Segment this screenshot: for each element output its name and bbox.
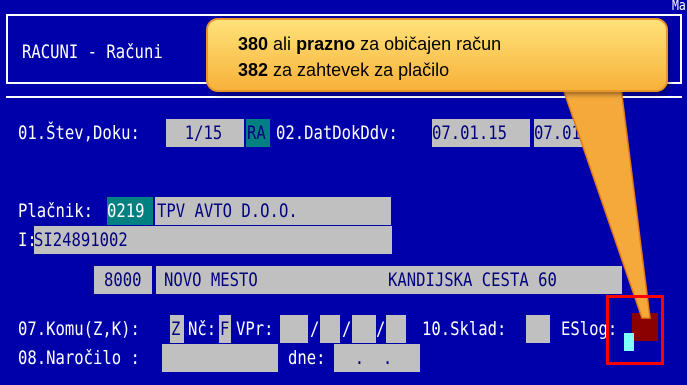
callout-box: 380 ali prazno za običajen račun 382 za … [206,18,668,92]
order-label: 08.Naročilo : [18,347,140,369]
doc-type-value: RA [247,122,266,144]
doc-date-value: 07.01.15 [432,122,508,144]
title-divider [6,96,682,98]
callout-code-380: 380 [238,34,269,54]
payer-name2-field[interactable] [144,226,392,254]
callout-line2-rest: za zahtevek za plačilo [268,60,450,80]
tax-id-value: SI24891002 [34,229,128,251]
callout-line-2: 382 za zahtevek za plačilo [238,60,449,81]
callout-code-382: 382 [238,60,269,80]
date-label: 02.DatDokDdv: [276,122,398,144]
city-value: NOVO MESTO [164,269,258,291]
callout-line1-mid: ali [268,34,297,54]
payer-name-value: TPV AVTO D.O.O. [157,200,298,222]
doc-number-value: 1/15 [166,122,223,144]
vpr-field-2[interactable] [320,315,340,343]
vpr-label: VPr: [236,318,274,340]
dne-label: dne: [288,347,326,369]
vat-date-value: 07.01.1 [534,122,600,144]
callout-line1-rest: za običajen račun [355,34,502,54]
komu-value: Z [171,318,181,340]
sklad-field[interactable] [526,315,550,343]
payer-label: Plačnik: [18,200,94,222]
nc-value: F [220,318,230,340]
komu-label: 07.Komu(Z,K): [18,318,140,340]
nc-label: Nč: [188,318,217,340]
vpr-field-4[interactable] [386,315,406,343]
highlight-box [606,295,664,365]
vpr-slash-2: / [342,318,352,340]
street-value: KANDIJSKA CESTA 60 [388,269,557,291]
corner-fragment: Ma [672,0,686,14]
order-date-value: . . [336,347,393,369]
window-title: RACUNI - Računi [22,41,163,63]
doc-number-label: 01.Štev,Doku: [18,122,140,144]
callout-bold-prazno: prazno [296,34,356,54]
vpr-slash-3: / [376,318,386,340]
order-field[interactable] [162,344,278,372]
payer-code-value: 0219 [107,200,145,222]
vpr-field-1[interactable] [280,315,308,343]
callout-line-1: 380 ali prazno za običajen račun [238,34,501,55]
sklad-label: 10.Sklad: [422,318,507,340]
postal-code-value: 8000 [104,269,142,291]
vpr-slash-1: / [310,318,320,340]
vpr-field-3[interactable] [352,315,376,343]
